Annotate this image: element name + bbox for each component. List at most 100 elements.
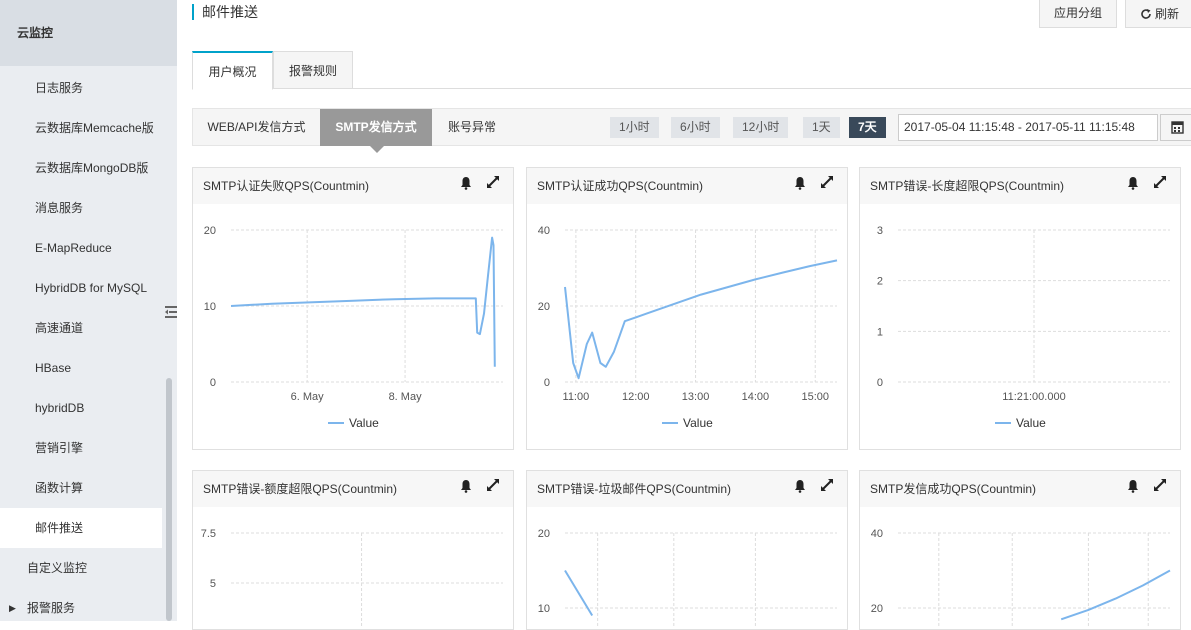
series-line <box>1060 569 1171 621</box>
sidebar-item[interactable]: 日志服务 <box>0 68 162 108</box>
legend-label[interactable]: Value <box>683 416 713 430</box>
x-tick-label: 8. May <box>389 391 423 403</box>
time-12h-button[interactable]: 12小时 <box>733 117 789 138</box>
tab-user-overview[interactable]: 用户概况 <box>192 51 273 90</box>
y-tick-label: 2 <box>877 276 883 288</box>
calendar-icon <box>1171 121 1184 134</box>
refresh-icon <box>1141 8 1151 19</box>
legend-label[interactable]: Value <box>349 416 379 430</box>
sidebar-item-custom-monitor[interactable]: 自定义监控 <box>0 548 162 588</box>
alarm-bell-icon[interactable] <box>793 168 807 204</box>
alarm-bell-icon[interactable] <box>1126 168 1140 204</box>
sidebar-item-label: 报警服务 <box>27 601 76 615</box>
sidebar-item[interactable]: HBase <box>0 348 162 388</box>
chart-card: SMTP认证失败QPS(Countmin) 0 10 20 6. May 8. May V… <box>192 167 514 450</box>
app-group-button[interactable]: 应用分组 <box>1039 0 1118 28</box>
chart-plot: 57.5 <box>201 528 503 627</box>
chart-plot: 10 20 <box>538 528 837 627</box>
series-line <box>564 259 838 380</box>
x-tick-label: 15:00 <box>801 391 829 403</box>
sidebar-list: 日志服务 云数据库Memcache版 云数据库MongoDB版 消息服务 E-M… <box>0 68 162 628</box>
chart-card: SMTP认证成功QPS(Countmin) 0 20 40 11:00 12:00 13:… <box>526 167 848 450</box>
chart-title: SMTP错误-额度超限QPS(Countmin) <box>203 482 398 496</box>
y-tick-label: 20 <box>204 225 216 237</box>
time-1h-button[interactable]: 1小时 <box>610 117 659 138</box>
sidebar-item[interactable]: HybridDB for MySQL <box>0 268 162 308</box>
calendar-button[interactable] <box>1160 114 1191 141</box>
alarm-bell-icon[interactable] <box>459 168 473 204</box>
active-subtab-caret <box>370 146 384 153</box>
x-tick-label: 6. May <box>291 391 325 403</box>
chart-title: SMTP认证失败QPS(Countmin) <box>203 179 370 193</box>
y-tick-label: 0 <box>877 377 883 389</box>
chart-card: SMTP错误-长度超限QPS(Countmin) 0 1 2 3 11:21:00.00… <box>859 167 1181 450</box>
sidebar-item[interactable]: 云数据库Memcache版 <box>0 108 162 148</box>
sidebar-item[interactable]: 高速通道 <box>0 308 162 348</box>
y-tick-label: 20 <box>871 603 883 615</box>
y-tick-label: 10 <box>204 301 216 313</box>
series-line <box>230 236 496 367</box>
x-tick-label: 13:00 <box>682 391 710 403</box>
sidebar-item[interactable]: 消息服务 <box>0 188 162 228</box>
refresh-button[interactable]: 刷新 <box>1125 0 1191 28</box>
chart-title: SMTP认证成功QPS(Countmin) <box>537 179 704 193</box>
chart-plot: 0 1 2 3 11:21:00.000 Value <box>877 225 1170 430</box>
sidebar-item-active[interactable]: 邮件推送 <box>0 508 162 548</box>
y-tick-label: 40 <box>538 225 550 237</box>
chart-plot: 0 10 20 6. May 8. May Value <box>204 225 503 430</box>
alarm-bell-icon[interactable] <box>793 471 807 507</box>
expand-icon[interactable] <box>485 471 501 507</box>
expand-icon[interactable] <box>485 168 501 204</box>
y-tick-label: 40 <box>871 528 883 540</box>
x-tick-label: 14:00 <box>742 391 770 403</box>
subtab-account-anomaly[interactable]: 账号异常 <box>432 109 512 146</box>
chart-card: SMTP错误-额度超限QPS(Countmin) 5 7.5 <box>192 470 514 630</box>
sidebar-item[interactable]: E-MapReduce <box>0 228 162 268</box>
chart-card: SMTP错误-垃圾邮件QPS(Countmin) 10 20 <box>526 470 848 630</box>
main-content: 邮件推送 应用分组 刷新 用户概况 报警规则 WEB/API发信方式 SMTP发… <box>177 0 1191 630</box>
collapse-sidebar-icon[interactable] <box>165 305 177 323</box>
alarm-bell-icon[interactable] <box>1126 471 1140 507</box>
y-tick-label: 10 <box>538 603 550 615</box>
y-tick-label: 5 <box>210 578 216 590</box>
subtab-smtp[interactable]: SMTP发信方式 <box>320 109 432 146</box>
series-line <box>564 569 594 617</box>
filter-bar: WEB/API发信方式 SMTP发信方式 账号异常 1小时 6小时 12小时 1… <box>192 108 1191 153</box>
x-tick-label: 11:21:00.000 <box>1002 391 1065 403</box>
chart-title: SMTP错误-长度超限QPS(Countmin) <box>870 179 1065 193</box>
legend-label[interactable]: Value <box>1016 416 1046 430</box>
refresh-label: 刷新 <box>1155 6 1180 21</box>
caret-right-icon: ▶ <box>9 603 16 613</box>
time-6h-button[interactable]: 6小时 <box>671 117 720 138</box>
sidebar-title: 云监控 <box>0 0 177 66</box>
expand-icon[interactable] <box>819 471 835 507</box>
tab-bar: 用户概况 报警规则 <box>192 51 1191 90</box>
sidebar-item[interactable]: 函数计算 <box>0 468 162 508</box>
chart-title: SMTP错误-垃圾邮件QPS(Countmin) <box>537 482 732 496</box>
sidebar-item[interactable]: 营销引擎 <box>0 428 162 468</box>
y-tick-label: 0 <box>544 377 550 389</box>
sidebar-item[interactable]: hybridDB <box>0 388 162 428</box>
y-tick-label: 20 <box>538 528 550 540</box>
time-7d-button[interactable]: 7天 <box>849 117 886 138</box>
page-title: 邮件推送 <box>192 4 258 20</box>
x-tick-label: 11:00 <box>563 391 590 403</box>
date-range-input[interactable]: 2017-05-04 11:15:48 - 2017-05-11 11:15:4… <box>898 114 1158 141</box>
expand-icon[interactable] <box>1152 168 1168 204</box>
chart-card: SMTP发信成功QPS(Countmin) 20 40 <box>859 470 1181 630</box>
expand-icon[interactable] <box>1152 471 1168 507</box>
y-tick-label: 20 <box>538 301 550 313</box>
time-1d-button[interactable]: 1天 <box>803 117 840 138</box>
alarm-bell-icon[interactable] <box>459 471 473 507</box>
sidebar-scrollbar[interactable] <box>166 378 172 621</box>
tab-alert-rules[interactable]: 报警规则 <box>273 51 353 89</box>
chart-plot: 2040 <box>871 528 1171 627</box>
sidebar-item-alert-service[interactable]: ▶ 报警服务 <box>0 588 162 628</box>
sidebar-item[interactable]: 云数据库MongoDB版 <box>0 148 162 188</box>
y-tick-label: 7.5 <box>201 528 216 540</box>
chart-plot: 0 20 40 11:00 12:00 13:00 14:00 15:00 Value <box>538 225 838 430</box>
subtab-web-api[interactable]: WEB/API发信方式 <box>193 109 320 146</box>
y-tick-label: 1 <box>877 326 883 338</box>
x-tick-label: 12:00 <box>622 391 650 403</box>
expand-icon[interactable] <box>819 168 835 204</box>
